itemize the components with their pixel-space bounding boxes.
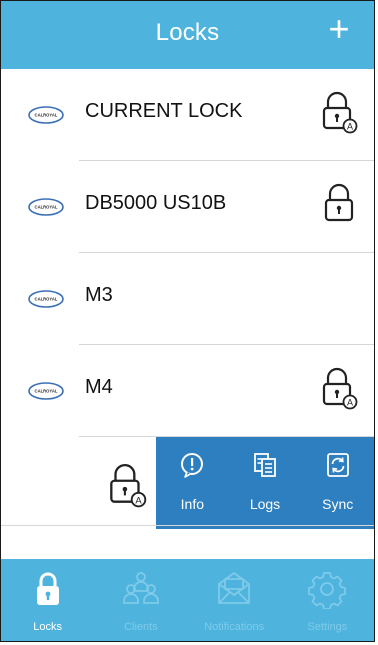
app-frame: Locks + CALROYAL CURRENT LOCK A CALROYAL… bbox=[0, 0, 375, 642]
tab-label: Notifications bbox=[204, 621, 265, 633]
svg-text:A: A bbox=[135, 494, 142, 505]
settings-icon bbox=[308, 572, 347, 609]
lock-name: M4 bbox=[85, 376, 113, 398]
svg-text:A: A bbox=[347, 398, 353, 408]
swipe-actions: Info Logs Sync bbox=[156, 437, 374, 529]
info-button[interactable]: Info bbox=[156, 437, 229, 529]
lock-row-swiped[interactable]: A Info Logs Sync bbox=[1, 437, 374, 529]
tab-bar: Locks Clients Notifications Settings bbox=[1, 559, 374, 641]
lock-icon bbox=[324, 183, 354, 222]
lock-auto-icon: A bbox=[322, 367, 358, 410]
brand-logo-icon: CALROYAL bbox=[28, 382, 64, 400]
lock-icon bbox=[36, 572, 59, 605]
tab-clients[interactable]: Clients bbox=[94, 559, 187, 641]
sync-label: Sync bbox=[322, 496, 354, 512]
logs-button[interactable]: Logs bbox=[229, 437, 302, 529]
lock-name: DB5000 US10B bbox=[85, 192, 227, 214]
brand-logo-icon: CALROYAL bbox=[28, 106, 64, 124]
lock-name: M3 bbox=[85, 284, 113, 306]
svg-text:CALROYAL: CALROYAL bbox=[35, 389, 58, 394]
locks-list: CALROYAL CURRENT LOCK A CALROYAL DB5000 … bbox=[1, 69, 374, 529]
lock-row-m4[interactable]: CALROYAL M4 A bbox=[1, 345, 374, 437]
clients-icon bbox=[122, 572, 159, 604]
add-lock-button[interactable]: + bbox=[322, 11, 356, 47]
tab-label: Settings bbox=[307, 621, 348, 633]
tab-label: Clients bbox=[124, 621, 158, 633]
tab-locks[interactable]: Locks bbox=[1, 559, 94, 641]
lock-auto-icon: A bbox=[110, 463, 147, 508]
lock-row-current-lock[interactable]: CALROYAL CURRENT LOCK A bbox=[1, 69, 374, 161]
notifications-icon bbox=[218, 572, 251, 604]
sync-icon bbox=[326, 453, 349, 477]
svg-text:CALROYAL: CALROYAL bbox=[35, 205, 58, 210]
sync-button[interactable]: Sync bbox=[301, 437, 374, 529]
nav-header: Locks + bbox=[1, 1, 374, 69]
info-icon bbox=[181, 453, 204, 478]
brand-logo-icon: CALROYAL bbox=[28, 198, 64, 216]
logs-icon bbox=[254, 453, 276, 477]
logs-label: Logs bbox=[249, 496, 281, 512]
brand-logo-icon: CALROYAL bbox=[28, 290, 64, 308]
svg-text:A: A bbox=[347, 122, 353, 132]
list-bottom-divider bbox=[1, 525, 374, 526]
tab-notifications[interactable]: Notifications bbox=[188, 559, 281, 641]
lock-auto-icon: A bbox=[322, 91, 358, 134]
lock-row-m3[interactable]: CALROYAL M3 bbox=[1, 253, 374, 345]
svg-text:CALROYAL: CALROYAL bbox=[35, 297, 58, 302]
page-title: Locks bbox=[155, 19, 220, 46]
lock-row-db5000[interactable]: CALROYAL DB5000 US10B bbox=[1, 161, 374, 253]
lock-name: CURRENT LOCK bbox=[85, 100, 243, 122]
info-label: Info bbox=[180, 496, 205, 512]
svg-text:CALROYAL: CALROYAL bbox=[35, 113, 58, 118]
tab-label: Locks bbox=[33, 621, 62, 633]
tab-settings[interactable]: Settings bbox=[281, 559, 374, 641]
